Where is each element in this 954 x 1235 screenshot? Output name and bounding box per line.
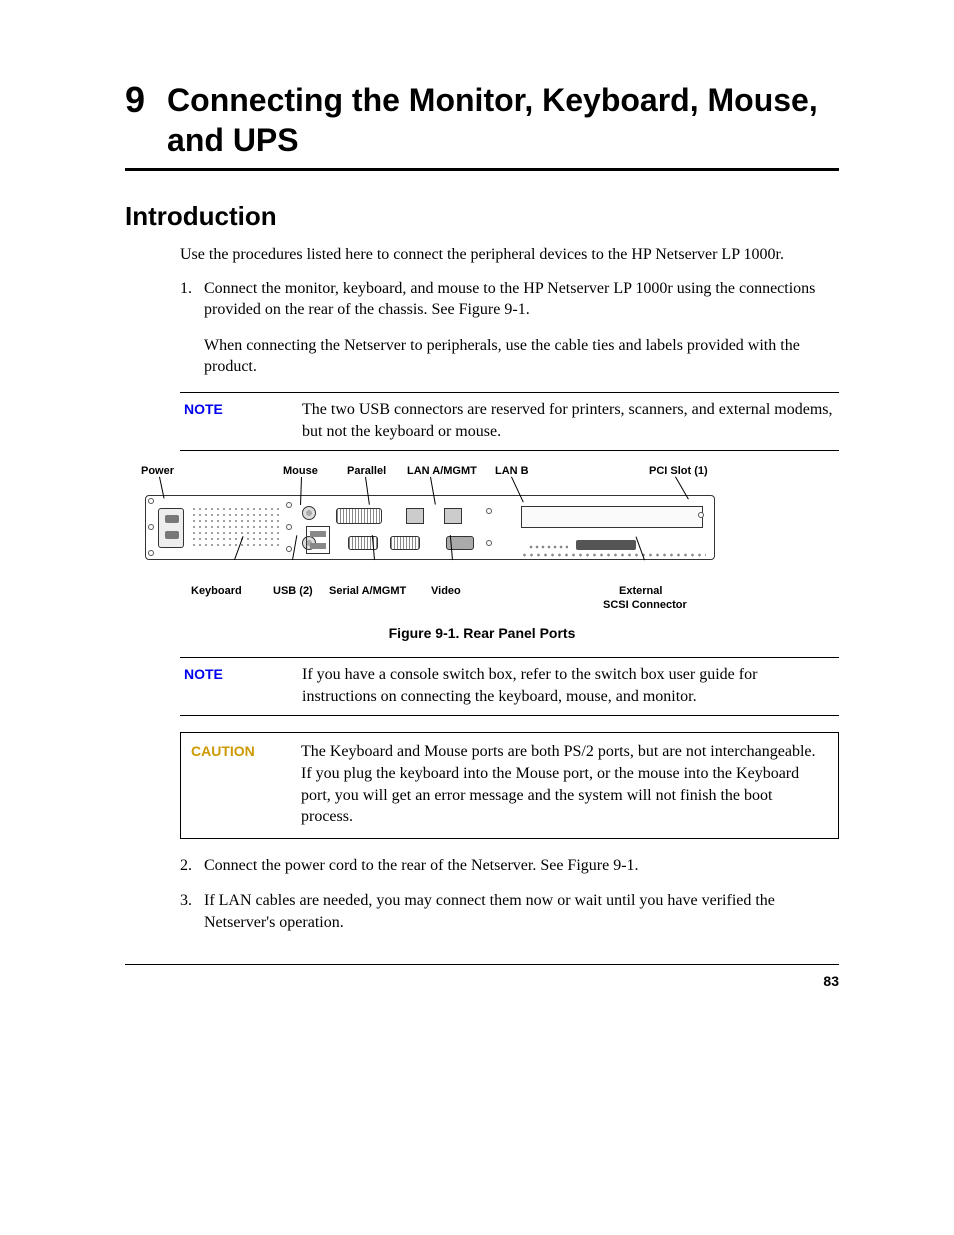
step-body: Connect the power cord to the rear of th… <box>204 855 639 877</box>
caution-text: The Keyboard and Mouse ports are both PS… <box>301 741 828 827</box>
note-label: NOTE <box>184 664 302 707</box>
figure-caption: Figure 9-1. Rear Panel Ports <box>125 625 839 641</box>
label-video: Video <box>431 585 461 597</box>
note-label: NOTE <box>184 399 302 442</box>
note-text: If you have a console switch box, refer … <box>302 664 835 707</box>
screw-icon <box>148 524 154 530</box>
label-parallel: Parallel <box>347 465 386 477</box>
intro-paragraph: Use the procedures listed here to connec… <box>180 244 839 266</box>
screw-icon <box>486 508 492 514</box>
label-keyboard: Keyboard <box>191 585 242 597</box>
step-text: When connecting the Netserver to periphe… <box>204 335 839 378</box>
note-bottom-rule <box>180 715 839 716</box>
parallel-port-icon <box>336 508 382 524</box>
step-number: 2. <box>180 855 204 877</box>
label-power: Power <box>141 465 174 477</box>
screw-icon <box>486 540 492 546</box>
scsi-connector-icon <box>576 540 636 550</box>
usb-ports-icon <box>306 526 330 554</box>
vent-dots-icon <box>521 552 706 558</box>
label-scsi-2: SCSI Connector <box>603 599 687 611</box>
power-connector-icon <box>158 508 184 548</box>
label-mouse: Mouse <box>283 465 318 477</box>
label-scsi-1: External <box>619 585 662 597</box>
step-number: 3. <box>180 890 204 933</box>
label-usb: USB (2) <box>273 585 313 597</box>
screw-icon <box>148 550 154 556</box>
chassis-rear-panel <box>145 495 715 560</box>
label-lan-a: LAN A/MGMT <box>407 465 477 477</box>
step-text: Connect the monitor, keyboard, and mouse… <box>204 278 839 321</box>
note-block: NOTE If you have a console switch box, r… <box>180 657 839 716</box>
step-number: 1. <box>180 278 204 378</box>
step-body: If LAN cables are needed, you may connec… <box>204 890 839 933</box>
page-number: 83 <box>125 973 839 989</box>
note-block: NOTE The two USB connectors are reserved… <box>180 392 839 451</box>
caution-row: CAUTION The Keyboard and Mouse ports are… <box>181 733 838 837</box>
chapter-header: 9 Connecting the Monitor, Keyboard, Mous… <box>125 80 839 160</box>
led-row-icon <box>528 544 568 550</box>
screw-icon <box>698 512 704 518</box>
rear-panel-diagram: Power Mouse Parallel LAN A/MGMT LAN B PC… <box>125 465 839 615</box>
screw-icon <box>286 546 292 552</box>
chapter-number: 9 <box>125 80 145 118</box>
screw-icon <box>286 502 292 508</box>
footer-rule <box>125 964 839 965</box>
header-rule <box>125 168 839 171</box>
list-item: 3. If LAN cables are needed, you may con… <box>180 890 839 933</box>
chapter-title: Connecting the Monitor, Keyboard, Mouse,… <box>167 80 839 160</box>
document-page: 9 Connecting the Monitor, Keyboard, Mous… <box>0 0 954 1029</box>
caution-label: CAUTION <box>191 741 301 827</box>
list-item: 2. Connect the power cord to the rear of… <box>180 855 839 877</box>
mouse-port-icon <box>302 506 316 520</box>
note-text: The two USB connectors are reserved for … <box>302 399 835 442</box>
pci-slot-icon <box>521 506 703 528</box>
note-bottom-rule <box>180 450 839 451</box>
list-item: 1. Connect the monitor, keyboard, and mo… <box>180 278 839 378</box>
label-pci: PCI Slot (1) <box>649 465 708 477</box>
step-list-continued: 2. Connect the power cord to the rear of… <box>180 855 839 934</box>
step-body: Connect the monitor, keyboard, and mouse… <box>204 278 839 378</box>
label-serial: Serial A/MGMT <box>329 585 406 597</box>
screw-icon <box>148 498 154 504</box>
lan-b-port-icon <box>444 508 462 524</box>
section-heading: Introduction <box>125 201 839 232</box>
note-row: NOTE The two USB connectors are reserved… <box>180 393 839 450</box>
vent-grille-icon <box>191 506 281 550</box>
caution-block: CAUTION The Keyboard and Mouse ports are… <box>180 732 839 838</box>
serial-port-icon <box>390 536 420 550</box>
note-row: NOTE If you have a console switch box, r… <box>180 658 839 715</box>
screw-icon <box>286 524 292 530</box>
step-list: 1. Connect the monitor, keyboard, and mo… <box>180 278 839 378</box>
step-text: Connect the power cord to the rear of th… <box>204 855 639 877</box>
lan-a-port-icon <box>406 508 424 524</box>
step-text: If LAN cables are needed, you may connec… <box>204 890 839 933</box>
